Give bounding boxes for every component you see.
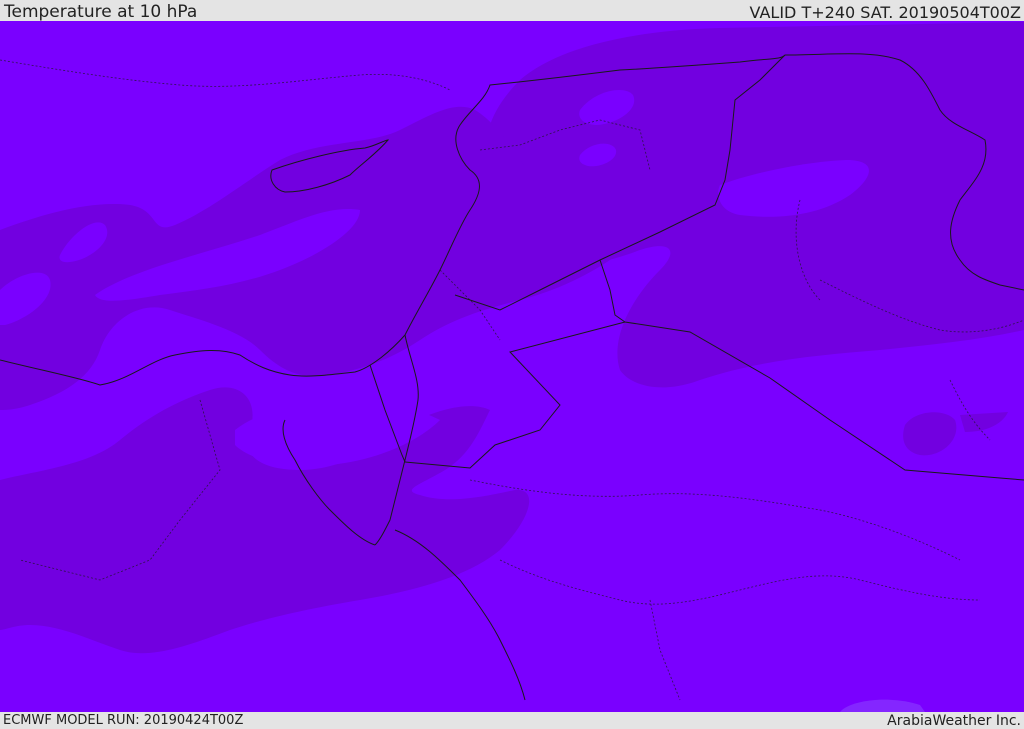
footer-bar: ECMWF MODEL RUN: 20190424T00Z ArabiaWeat… [0,712,1024,729]
brand-label: ArabiaWeather Inc. [887,713,1021,729]
valid-time: VALID T+240 SAT. 20190504T00Z [749,3,1021,22]
map-svg [0,21,1024,712]
map-title: Temperature at 10 hPa [4,2,198,22]
model-run-label: ECMWF MODEL RUN: 20190424T00Z [3,713,244,728]
header-bar: Temperature at 10 hPa VALID T+240 SAT. 2… [0,0,1024,22]
map-canvas[interactable] [0,21,1024,712]
